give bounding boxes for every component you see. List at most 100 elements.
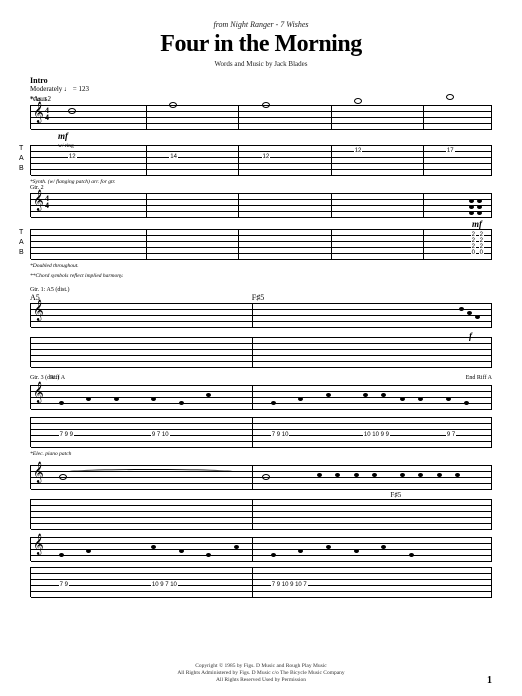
note <box>437 473 442 477</box>
note <box>418 397 423 401</box>
whole-note <box>446 94 454 100</box>
note <box>271 401 276 405</box>
note <box>317 473 322 477</box>
source-line: from Night Ranger - 7 Wishes <box>30 20 492 29</box>
copyright-line: Copyright © 1985 by Figs. D Music and Ro… <box>0 663 522 670</box>
tab-number: 12 <box>68 154 77 160</box>
note <box>151 397 156 401</box>
tab-number: 7 9 10 9 10 7 <box>271 582 308 588</box>
tab-label-icon: T <box>19 229 23 236</box>
tab-number: 7 9 <box>59 582 69 588</box>
tab-number: 0 <box>471 250 476 256</box>
note <box>409 553 414 557</box>
tab <box>30 499 492 529</box>
whole-note <box>68 108 76 114</box>
note <box>446 397 451 401</box>
whole-note <box>59 474 67 480</box>
section-intro-label: Intro <box>30 76 492 85</box>
footnote-synth: *Synth. (w/ flanging patch) arr. for gtr… <box>30 179 492 185</box>
note <box>459 307 464 311</box>
staff: 𝄞 <box>30 385 492 409</box>
note <box>114 397 119 401</box>
tab-number: 0 <box>479 250 484 256</box>
tempo-marking: Moderately ♩ = 123 <box>30 85 492 93</box>
time-signature: 44 <box>45 107 49 121</box>
note <box>151 545 156 549</box>
copyright-line: All Rights Administered by Figs. D Music… <box>0 670 522 677</box>
sheet-music-page: from Night Ranger - 7 Wishes Four in the… <box>0 0 522 696</box>
note <box>298 549 303 553</box>
note <box>271 553 276 557</box>
whole-note <box>354 98 362 104</box>
note <box>234 545 239 549</box>
note <box>179 549 184 553</box>
tie-icon <box>68 469 234 474</box>
tab-number: 17 <box>446 148 455 154</box>
note <box>354 473 359 477</box>
note <box>477 199 482 203</box>
whole-note <box>262 102 270 108</box>
note <box>363 393 368 397</box>
note <box>59 553 64 557</box>
note <box>475 315 480 319</box>
tab: 7 9 9 9 7 10 7 9 10 10 10 9 9 9 7 <box>30 417 492 447</box>
system-3-bottom: 𝄞 <box>30 537 492 597</box>
tab-number: 10 9 7 10 <box>151 582 178 588</box>
note <box>86 549 91 553</box>
note <box>467 311 472 315</box>
dynamic-mf: mf <box>58 131 68 141</box>
note <box>400 397 405 401</box>
note <box>298 397 303 401</box>
note <box>469 199 474 203</box>
staff-gtr2: 𝄞 44 <box>30 193 492 217</box>
chord-f5: F♯5 <box>390 491 401 499</box>
system-3-top: 𝄞 F♯5 <box>30 465 492 529</box>
staff: 𝄞 <box>30 465 492 489</box>
tab <box>30 337 492 367</box>
note <box>477 205 482 209</box>
tab-number: 7 9 10 <box>271 432 290 438</box>
staff-gtr1: 𝄞 44 <box>30 105 492 129</box>
tab-label-icon: A <box>19 239 24 246</box>
tab-label-icon: B <box>19 249 24 256</box>
note <box>354 549 359 553</box>
tab-label-icon: B <box>19 165 24 172</box>
dynamic-mf: mf <box>472 219 482 229</box>
note <box>326 545 331 549</box>
note <box>179 401 184 405</box>
note <box>400 473 405 477</box>
chord-symbol: *Asus2 <box>30 95 492 103</box>
chord-f5: F♯5 <box>252 293 264 302</box>
system-2-riff: 𝄞 <box>30 385 492 457</box>
riff-a-label: Riff A <box>50 375 65 381</box>
note <box>469 205 474 209</box>
note <box>206 553 211 557</box>
copyright-line: All Rights Reserved Used by Permission <box>0 677 522 684</box>
tab-number: 14 <box>169 154 178 160</box>
tab-label-icon: A <box>19 155 24 162</box>
tab-number: 12 <box>354 148 363 154</box>
system-1-gtr2: Gtr. 2 𝄞 44 mf T A B <box>30 193 492 279</box>
tab-gtr2: T A B 2 2 2 0 2 2 2 0 <box>30 229 492 259</box>
footnote-doubled: *Doubled throughout. <box>30 263 492 269</box>
note <box>59 401 64 405</box>
tab-number: 7 9 9 <box>59 432 74 438</box>
tab-number: 9 7 10 <box>151 432 170 438</box>
time-signature: 44 <box>45 195 49 209</box>
tab-gtr1: T A B 12 14 12 12 17 <box>30 145 492 175</box>
note <box>326 393 331 397</box>
footnote-chords: **Chord symbols reflect implied harmony. <box>30 273 492 279</box>
note <box>86 397 91 401</box>
tab-number: 9 7 <box>446 432 456 438</box>
tab: 7 9 10 9 7 10 7 9 10 9 10 7 <box>30 567 492 597</box>
system-2-top: 𝄞 f <box>30 303 492 367</box>
song-title: Four in the Morning <box>30 31 492 58</box>
header: from Night Ranger - 7 Wishes Four in the… <box>30 20 492 68</box>
staff: 𝄞 <box>30 537 492 561</box>
page-number: 1 <box>487 675 492 686</box>
note <box>477 211 482 215</box>
credits: Words and Music by Jack Blades <box>30 60 492 68</box>
tab-number: 12 <box>262 154 271 160</box>
note <box>469 211 474 215</box>
copyright-block: Copyright © 1985 by Figs. D Music and Ro… <box>0 663 522 684</box>
